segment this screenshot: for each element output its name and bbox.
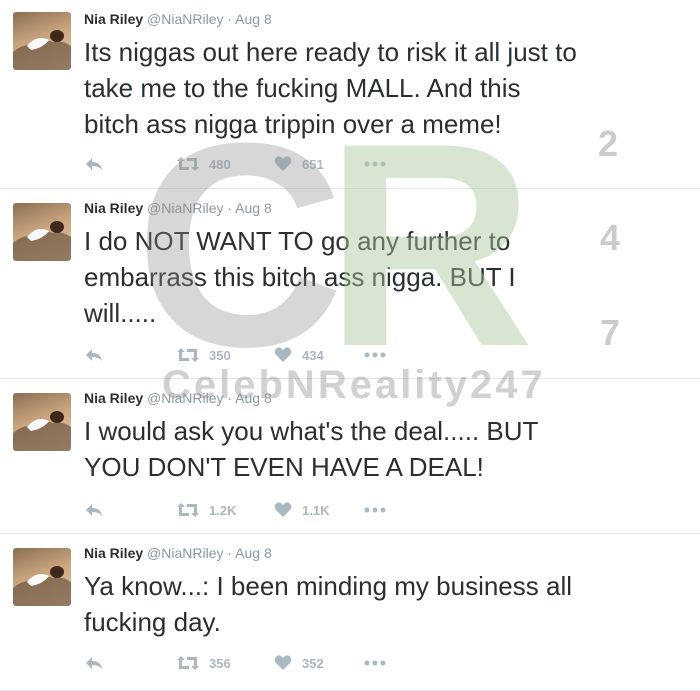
retweet-count: 350	[209, 347, 231, 363]
retweet-icon	[177, 348, 199, 362]
tweet-text: Ya know...: I been minding my business a…	[84, 571, 572, 637]
heart-icon	[274, 156, 292, 171]
author-handle[interactable]: @NiaNRiley	[147, 200, 223, 216]
tweet-date[interactable]: Aug 8	[235, 390, 272, 406]
reply-button[interactable]	[84, 500, 104, 520]
retweet-count: 356	[209, 655, 231, 671]
heart-icon	[274, 347, 292, 362]
more-button[interactable]	[364, 345, 386, 365]
avatar[interactable]	[13, 203, 71, 261]
tweet-header: Nia Riley @NiaNRiley · Aug 8	[84, 389, 272, 407]
more-icon	[364, 507, 386, 513]
more-button[interactable]	[364, 500, 386, 520]
retweet-icon	[177, 157, 199, 171]
reply-button[interactable]	[84, 154, 104, 174]
more-button[interactable]	[364, 154, 386, 174]
tweet-text: Its niggas out here ready to risk it all…	[84, 37, 577, 139]
author-handle[interactable]: @NiaNRiley	[147, 545, 223, 561]
like-button[interactable]: 434	[274, 345, 324, 365]
avatar[interactable]	[13, 393, 71, 451]
heart-icon	[274, 655, 292, 670]
tweet[interactable]: Nia Riley @NiaNRiley · Aug 8 I would ask…	[0, 379, 700, 534]
separator: ·	[227, 200, 233, 216]
reply-icon	[86, 158, 102, 170]
tweet-date[interactable]: Aug 8	[235, 11, 272, 27]
more-icon	[364, 352, 386, 358]
like-button[interactable]: 1.1K	[274, 500, 329, 520]
reply-icon	[86, 349, 102, 361]
tweet-header: Nia Riley @NiaNRiley · Aug 8	[84, 10, 272, 28]
separator: ·	[227, 11, 233, 27]
author-handle[interactable]: @NiaNRiley	[147, 11, 223, 27]
retweet-count: 1.2K	[209, 502, 237, 518]
retweet-count: 480	[209, 156, 231, 172]
avatar[interactable]	[13, 548, 71, 606]
like-count: 651	[302, 156, 324, 172]
author-handle[interactable]: @NiaNRiley	[147, 390, 223, 406]
separator: ·	[227, 390, 233, 406]
author-name[interactable]: Nia Riley	[84, 545, 143, 561]
more-icon	[364, 161, 386, 167]
tweet-date[interactable]: Aug 8	[235, 545, 272, 561]
avatar[interactable]	[13, 12, 71, 70]
more-icon	[364, 660, 386, 666]
tweet-date[interactable]: Aug 8	[235, 200, 272, 216]
like-count: 352	[302, 655, 324, 671]
tweet-header: Nia Riley @NiaNRiley · Aug 8	[84, 199, 272, 217]
retweet-button[interactable]: 480	[177, 154, 231, 174]
tweet-text: I do NOT WANT TO go any further to embar…	[84, 226, 516, 328]
tweet[interactable]: Nia Riley @NiaNRiley · Aug 8 Ya know...:…	[0, 534, 700, 691]
tweet-header: Nia Riley @NiaNRiley · Aug 8	[84, 544, 272, 562]
like-button[interactable]: 651	[274, 154, 324, 174]
like-count: 1.1K	[302, 502, 330, 518]
retweet-button[interactable]: 350	[177, 345, 231, 365]
tweet[interactable]: Nia Riley @NiaNRiley · Aug 8 Its niggas …	[0, 0, 700, 189]
author-name[interactable]: Nia Riley	[84, 11, 143, 27]
retweet-icon	[177, 503, 199, 517]
like-count: 434	[302, 347, 324, 363]
heart-icon	[274, 502, 292, 517]
retweet-button[interactable]: 1.2K	[177, 500, 236, 520]
reply-button[interactable]	[84, 653, 104, 673]
retweet-button[interactable]: 356	[177, 653, 231, 673]
like-button[interactable]: 352	[274, 653, 324, 673]
reply-button[interactable]	[84, 345, 104, 365]
author-name[interactable]: Nia Riley	[84, 390, 143, 406]
separator: ·	[227, 545, 233, 561]
more-button[interactable]	[364, 653, 386, 673]
reply-icon	[86, 504, 102, 516]
reply-icon	[86, 657, 102, 669]
tweet[interactable]: Nia Riley @NiaNRiley · Aug 8 I do NOT WA…	[0, 189, 700, 379]
tweet-text: I would ask you what's the deal..... BUT…	[84, 416, 539, 482]
author-name[interactable]: Nia Riley	[84, 200, 143, 216]
retweet-icon	[177, 656, 199, 670]
